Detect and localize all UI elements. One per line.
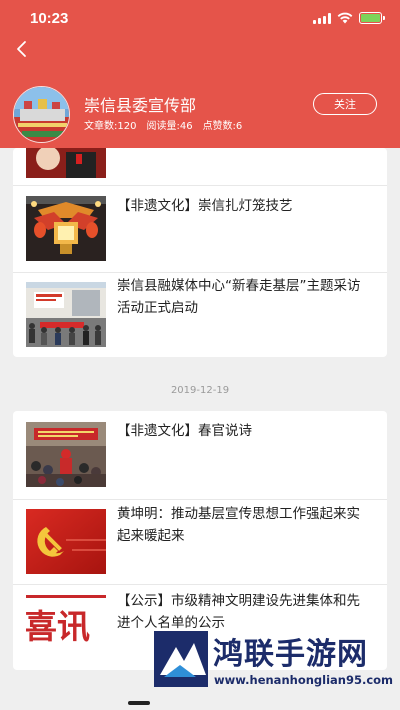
- like-count: 点赞数:6: [202, 121, 243, 132]
- thumbnail-text: 喜讯: [26, 607, 90, 646]
- home-indicator[interactable]: [128, 701, 150, 705]
- article-thumbnail: 喜讯: [26, 595, 106, 660]
- article-thumbnail: [26, 422, 106, 487]
- account-header: 10:23 崇信县委宣传部 文章数:120 阅读量:46 点赞数:6 关注: [0, 0, 400, 148]
- follow-button[interactable]: 关注: [313, 93, 377, 115]
- article-title: 【非遗文化】春官说诗: [117, 423, 252, 439]
- status-bar: 10:23: [0, 0, 400, 38]
- battery-icon: [359, 12, 385, 24]
- article-title: 【非遗文化】崇信扎灯笼技艺: [117, 198, 293, 214]
- status-time: 10:23: [30, 10, 69, 27]
- article-count: 文章数:120: [84, 121, 137, 132]
- article-title: 崇信县融媒体中心“新春走基层”主题采访活动正式启动: [117, 278, 361, 316]
- article-thumbnail: [26, 148, 106, 178]
- back-button[interactable]: [12, 38, 34, 60]
- article-card-group: 【非遗文化】崇信扎灯笼技艺 崇信县融媒体中心“新春走基层”主题采访活动正式启动: [13, 148, 387, 357]
- watermark-url: www.henanhonglian95.com: [214, 673, 394, 687]
- article-thumbnail: [26, 196, 106, 261]
- watermark-text: 鸿联手游网: [213, 637, 368, 672]
- read-count: 阅读量:46: [146, 121, 193, 132]
- date-separator: 2019-12-19: [170, 385, 230, 396]
- status-icons: [313, 12, 385, 24]
- wifi-icon: [337, 12, 353, 24]
- cellular-signal-icon: [313, 12, 331, 24]
- watermark-logo-icon: [154, 631, 208, 687]
- article-title: 黄坤明：推动基层宣传思想工作强起来实起来暖起来: [117, 506, 360, 544]
- list-item[interactable]: [13, 148, 387, 186]
- chevron-left-icon: [17, 41, 26, 57]
- account-name: 崇信县委宣传部: [84, 96, 197, 115]
- account-stats: 文章数:120 阅读量:46 点赞数:6: [84, 117, 242, 132]
- article-thumbnail: [26, 509, 106, 574]
- list-item[interactable]: 【非遗文化】崇信扎灯笼技艺: [13, 186, 387, 272]
- list-item[interactable]: 【非遗文化】春官说诗: [13, 411, 387, 499]
- article-thumbnail: [26, 282, 106, 347]
- watermark: 鸿联手游网 www.henanhonglian95.com: [150, 625, 400, 710]
- account-avatar[interactable]: [13, 86, 70, 143]
- list-item[interactable]: 黄坤明：推动基层宣传思想工作强起来实起来暖起来: [13, 500, 387, 584]
- list-item[interactable]: 崇信县融媒体中心“新春走基层”主题采访活动正式启动: [13, 273, 387, 357]
